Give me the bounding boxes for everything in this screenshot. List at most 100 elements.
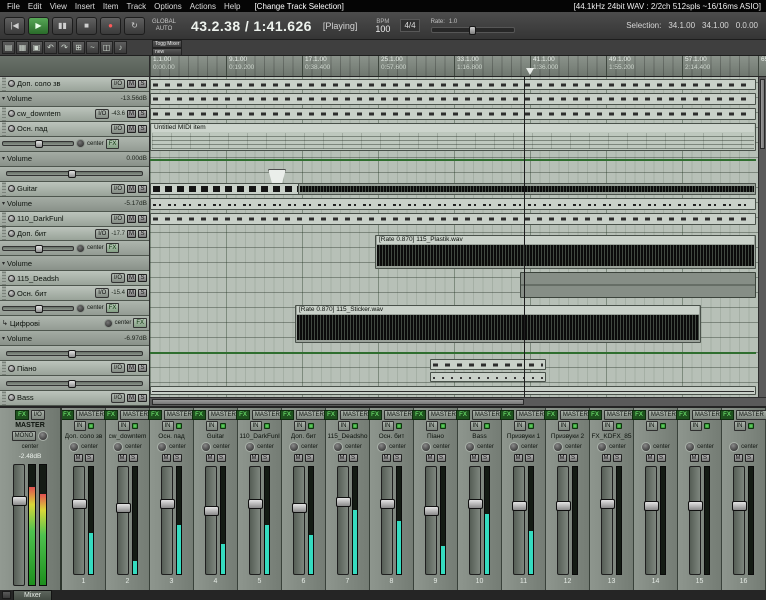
media-item[interactable] xyxy=(150,153,756,165)
strip-pan-knob[interactable] xyxy=(333,442,343,452)
strip-mute-button[interactable]: M xyxy=(250,454,259,462)
solo-button[interactable]: S xyxy=(138,125,147,133)
strip-volume-fader[interactable] xyxy=(513,466,525,575)
strip-volume-fader[interactable] xyxy=(205,466,217,575)
strip-solo-button[interactable]: S xyxy=(261,454,270,462)
strip-input-button[interactable]: IN xyxy=(206,421,218,431)
metronome-icon[interactable]: ♪ xyxy=(114,41,127,54)
rate-control[interactable]: Rate: 1.0 xyxy=(431,19,515,33)
media-item[interactable] xyxy=(150,108,756,120)
ruler-mark[interactable]: 1.1.000:00.00 xyxy=(150,56,175,76)
menu-item-item[interactable]: Item xyxy=(99,2,123,11)
strip-fader-handle[interactable] xyxy=(380,499,395,509)
strip-volume-fader[interactable] xyxy=(293,466,305,575)
strip-input-button[interactable]: IN xyxy=(646,421,658,431)
save-project-icon[interactable]: ▣ xyxy=(30,41,43,54)
strip-fader-handle[interactable] xyxy=(336,497,351,507)
strip-master-send-button[interactable]: MASTER xyxy=(560,410,591,420)
mixer-strip[interactable]: FXMASTERINПризвуки 1centerMS11 xyxy=(502,408,546,590)
io-button[interactable]: I/O xyxy=(111,273,125,283)
global-auto-label[interactable]: GLOBAL AUTO xyxy=(152,19,176,33)
track-name[interactable]: cw_downtem xyxy=(17,109,93,118)
strip-master-send-button[interactable]: MASTER xyxy=(252,410,283,420)
mixer-strip[interactable]: FXMASTERINПіаноcenterMS9 xyxy=(414,408,458,590)
record-arm-led[interactable] xyxy=(704,423,710,429)
track-grip-handle[interactable] xyxy=(2,182,6,196)
strip-fader-handle[interactable] xyxy=(424,506,439,516)
record-arm-led[interactable] xyxy=(88,423,94,429)
media-item[interactable] xyxy=(430,372,546,382)
strip-fx-button[interactable]: FX xyxy=(412,410,426,420)
master-io-button[interactable]: I/O xyxy=(31,410,45,420)
volume-slider-thumb[interactable] xyxy=(35,140,43,148)
pause-button[interactable]: ▮▮ xyxy=(52,17,73,35)
io-button[interactable]: I/O xyxy=(95,288,109,298)
track-name[interactable]: Осн. бит xyxy=(17,289,93,298)
undo-icon[interactable]: ↶ xyxy=(44,41,57,54)
mixer-strip[interactable]: FXMASTERINBasscenterMS10 xyxy=(458,408,502,590)
master-volume-fader[interactable] xyxy=(13,464,25,586)
repeat-button[interactable]: ↻ xyxy=(124,17,145,35)
strip-fx-button[interactable]: FX xyxy=(588,410,602,420)
mixer-strip[interactable]: FXMASTERIN115_DeadshocenterMS7 xyxy=(326,408,370,590)
strip-volume-fader[interactable] xyxy=(337,466,349,575)
strip-input-button[interactable]: IN xyxy=(382,421,394,431)
track-name[interactable]: Bass xyxy=(17,393,109,402)
record-arm-led[interactable] xyxy=(264,423,270,429)
strip-name[interactable]: 110_DarkFunl xyxy=(239,432,279,441)
strip-mute-button[interactable]: M xyxy=(74,454,83,462)
strip-mute-button[interactable]: M xyxy=(602,454,611,462)
mixer-strip[interactable]: FXMASTERINFX_KDFX_85centerMS13 xyxy=(590,408,634,590)
strip-master-send-button[interactable]: MASTER xyxy=(736,410,766,420)
envelope-collapse-icon[interactable]: ▾ xyxy=(2,260,5,267)
strip-fader-handle[interactable] xyxy=(556,501,571,511)
strip-mute-button[interactable]: M xyxy=(690,454,699,462)
record-arm-button[interactable] xyxy=(8,394,15,401)
strip-pan-knob[interactable] xyxy=(113,442,123,452)
mute-button[interactable]: M xyxy=(127,185,136,193)
menu-item-actions[interactable]: Actions xyxy=(186,2,220,11)
mixer-strip[interactable]: FXMASTERINcenterMS15 xyxy=(678,408,722,590)
record-arm-button[interactable] xyxy=(8,110,15,117)
menu-item-insert[interactable]: Insert xyxy=(71,2,99,11)
ruler-mark[interactable]: 65.1 xyxy=(758,56,766,76)
strip-fx-button[interactable]: FX xyxy=(280,410,294,420)
strip-name[interactable]: Призвуки 1 xyxy=(507,432,540,441)
solo-button[interactable]: S xyxy=(138,110,147,118)
record-button[interactable]: ● xyxy=(100,17,121,35)
horizontal-scrollbar-thumb[interactable] xyxy=(152,399,524,405)
strip-volume-fader[interactable] xyxy=(645,466,657,575)
snap-icon[interactable]: ◫ xyxy=(100,41,113,54)
horizontal-scrollbar[interactable] xyxy=(150,397,766,406)
track-name[interactable]: 115_Deadsh xyxy=(17,274,109,283)
record-arm-led[interactable] xyxy=(616,423,622,429)
ruler-mark[interactable]: 25.1.000:57.600 xyxy=(378,56,406,76)
strip-solo-button[interactable]: S xyxy=(393,454,402,462)
strip-input-button[interactable]: IN xyxy=(514,421,526,431)
solo-button[interactable]: S xyxy=(138,230,147,238)
strip-solo-button[interactable]: S xyxy=(217,454,226,462)
strip-master-send-button[interactable]: MASTER xyxy=(516,410,547,420)
track-volume-slider[interactable] xyxy=(6,351,143,356)
tab-mixer[interactable]: Mixer xyxy=(13,590,52,600)
menu-item-view[interactable]: View xyxy=(46,2,71,11)
track-grip-handle[interactable] xyxy=(2,361,6,375)
record-arm-led[interactable] xyxy=(352,423,358,429)
strip-fx-button[interactable]: FX xyxy=(544,410,558,420)
record-arm-led[interactable] xyxy=(176,423,182,429)
pan-knob[interactable] xyxy=(104,319,113,328)
strip-master-send-button[interactable]: MASTER xyxy=(340,410,371,420)
strip-fader-handle[interactable] xyxy=(292,503,307,513)
strip-mute-button[interactable]: M xyxy=(382,454,391,462)
record-arm-led[interactable] xyxy=(572,423,578,429)
strip-pan-knob[interactable] xyxy=(729,442,739,452)
strip-solo-button[interactable]: S xyxy=(173,454,182,462)
solo-button[interactable]: S xyxy=(138,289,147,297)
strip-fx-button[interactable]: FX xyxy=(676,410,690,420)
strip-name[interactable]: Доп. соло зв xyxy=(65,432,103,441)
strip-fader-handle[interactable] xyxy=(204,506,219,516)
send-name[interactable]: Цифрові xyxy=(10,319,102,328)
solo-button[interactable]: S xyxy=(138,394,147,402)
media-item[interactable] xyxy=(430,359,546,370)
mixer-strip[interactable]: FXMASTERINДоп. битcenterMS6 xyxy=(282,408,326,590)
